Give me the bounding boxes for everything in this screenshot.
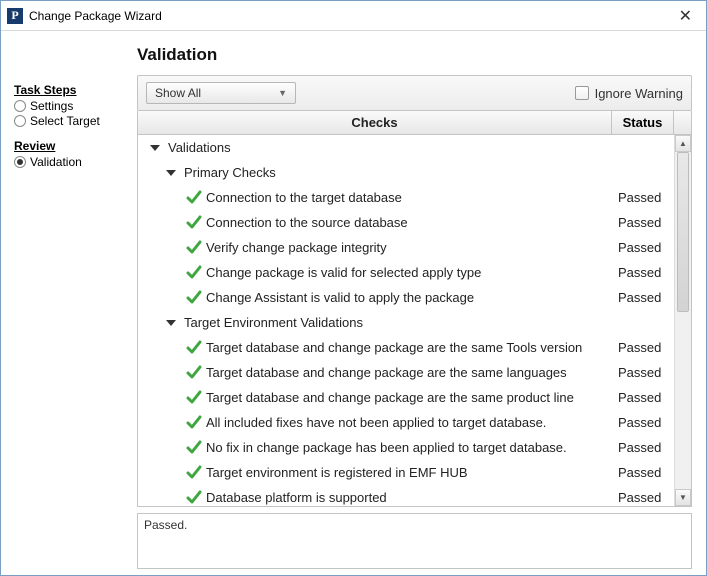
column-header-status[interactable]: Status <box>612 111 674 134</box>
expand-caret-icon[interactable] <box>166 170 176 176</box>
row-status: Passed <box>612 290 674 305</box>
row-label: All included fixes have not been applied… <box>206 415 546 430</box>
row-status: Passed <box>612 190 674 205</box>
row-label: Target database and change package are t… <box>206 365 567 380</box>
row-label: No fix in change package has been applie… <box>206 440 567 455</box>
row-status: Passed <box>612 365 674 380</box>
tree-row[interactable]: Target database and change package are t… <box>138 360 674 385</box>
sidebar-item-label: Select Target <box>30 114 100 128</box>
ignore-warning-checkbox[interactable] <box>575 86 589 100</box>
check-icon <box>186 240 202 256</box>
tree-row[interactable]: Change Assistant is valid to apply the p… <box>138 285 674 310</box>
validation-grid: Checks Status Validations Primary Checks C… <box>137 111 692 507</box>
check-icon <box>186 465 202 481</box>
tree-row[interactable]: Database platform is supported Passed <box>138 485 674 506</box>
row-label: Connection to the source database <box>206 215 408 230</box>
expand-caret-icon[interactable] <box>166 320 176 326</box>
titlebar: P Change Package Wizard ✕ <box>1 1 706 31</box>
sidebar-heading-review: Review <box>14 139 129 153</box>
row-status: Passed <box>612 340 674 355</box>
row-label: Target environment is registered in EMF … <box>206 465 468 480</box>
tree-row[interactable]: Connection to the target database Passed <box>138 185 674 210</box>
window-frame: P Change Package Wizard ✕ Task Steps Set… <box>0 0 707 576</box>
check-icon <box>186 390 202 406</box>
row-status: Passed <box>612 490 674 505</box>
filter-dropdown[interactable]: Show All ▼ <box>146 82 296 104</box>
check-icon <box>186 490 202 506</box>
row-label: Target database and change package are t… <box>206 340 582 355</box>
chevron-down-icon: ▼ <box>278 88 287 98</box>
row-label: Verify change package integrity <box>206 240 387 255</box>
check-icon <box>186 265 202 281</box>
expand-caret-icon[interactable] <box>150 145 160 151</box>
window-title: Change Package Wizard <box>29 9 162 23</box>
toolbar: Show All ▼ Ignore Warning <box>137 75 692 111</box>
sidebar-item-label: Validation <box>30 155 82 169</box>
row-status: Passed <box>612 390 674 405</box>
column-header-scroll <box>674 111 691 134</box>
status-text: Passed. <box>144 518 187 532</box>
tree-row[interactable]: No fix in change package has been applie… <box>138 435 674 460</box>
ignore-warning-label: Ignore Warning <box>595 86 683 101</box>
row-status: Passed <box>612 440 674 455</box>
sidebar-item-validation[interactable]: Validation <box>14 155 129 169</box>
column-header-checks[interactable]: Checks <box>138 111 612 134</box>
row-status: Passed <box>612 215 674 230</box>
row-label: Connection to the target database <box>206 190 402 205</box>
row-label: Validations <box>168 140 231 155</box>
tree-row[interactable]: Verify change package integrity Passed <box>138 235 674 260</box>
check-icon <box>186 440 202 456</box>
page-title: Validation <box>137 45 692 65</box>
tree-row[interactable]: Target database and change package are t… <box>138 335 674 360</box>
sidebar-heading-task-steps: Task Steps <box>14 83 129 97</box>
row-status: Passed <box>612 240 674 255</box>
check-icon <box>186 190 202 206</box>
vertical-scrollbar[interactable]: ▲ ▼ <box>674 135 691 506</box>
sidebar-item-select-target[interactable]: Select Target <box>14 114 129 128</box>
close-icon[interactable]: ✕ <box>671 6 700 26</box>
check-icon <box>186 365 202 381</box>
tree-row[interactable]: Target database and change package are t… <box>138 385 674 410</box>
radio-icon <box>14 156 26 168</box>
tree-row[interactable]: Target Environment Validations <box>138 310 674 335</box>
row-status: Passed <box>612 415 674 430</box>
sidebar: Task Steps Settings Select Target Review… <box>1 31 137 575</box>
tree-row[interactable]: Change package is valid for selected app… <box>138 260 674 285</box>
row-label: Target database and change package are t… <box>206 390 574 405</box>
sidebar-item-settings[interactable]: Settings <box>14 99 129 113</box>
row-label: Database platform is supported <box>206 490 387 505</box>
grid-header: Checks Status <box>138 111 691 135</box>
tree-row[interactable]: Target environment is registered in EMF … <box>138 460 674 485</box>
sidebar-item-label: Settings <box>30 99 73 113</box>
radio-icon <box>14 115 26 127</box>
filter-dropdown-label: Show All <box>155 86 201 100</box>
row-status: Passed <box>612 465 674 480</box>
tree-row[interactable]: Connection to the source database Passed <box>138 210 674 235</box>
row-label: Change Assistant is valid to apply the p… <box>206 290 474 305</box>
row-label: Target Environment Validations <box>184 315 363 330</box>
check-icon <box>186 415 202 431</box>
grid-rows: Validations Primary Checks Connection to t… <box>138 135 674 506</box>
main-panel: Validation Show All ▼ Ignore Warning Che… <box>137 31 706 575</box>
scroll-down-icon[interactable]: ▼ <box>675 489 691 506</box>
tree-row[interactable]: Primary Checks <box>138 160 674 185</box>
check-icon <box>186 290 202 306</box>
row-label: Change package is valid for selected app… <box>206 265 481 280</box>
radio-icon <box>14 100 26 112</box>
tree-row[interactable]: Validations <box>138 135 674 160</box>
tree-row[interactable]: All included fixes have not been applied… <box>138 410 674 435</box>
status-box: Passed. <box>137 513 692 569</box>
app-icon: P <box>7 8 23 24</box>
scroll-thumb[interactable] <box>677 152 689 312</box>
scroll-up-icon[interactable]: ▲ <box>675 135 691 152</box>
check-icon <box>186 215 202 231</box>
row-label: Primary Checks <box>184 165 276 180</box>
check-icon <box>186 340 202 356</box>
row-status: Passed <box>612 265 674 280</box>
